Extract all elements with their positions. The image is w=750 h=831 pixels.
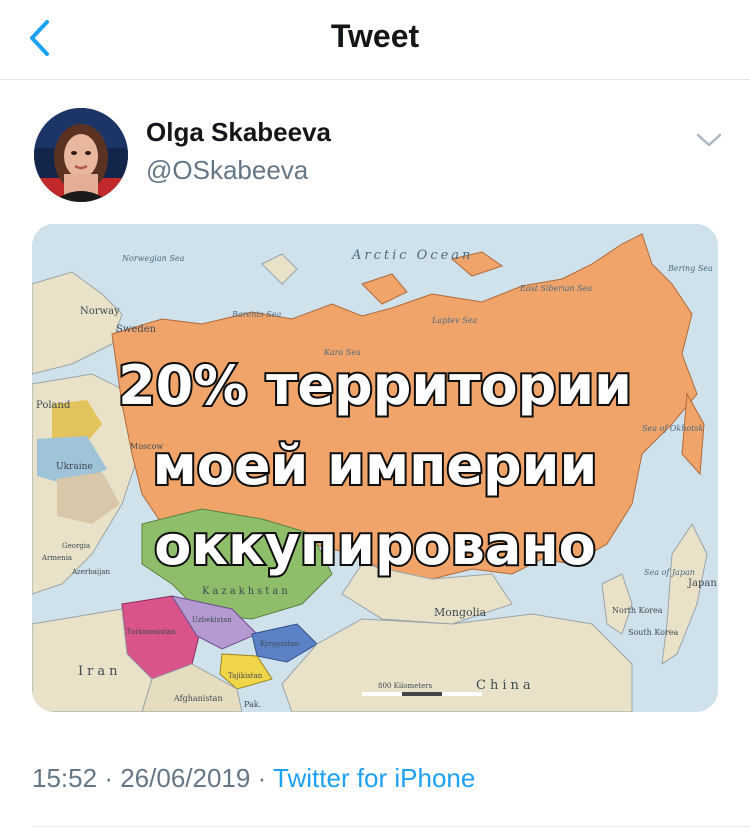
map-label-uzbekistan: Uzbekistan xyxy=(192,616,232,624)
map-label-mongolia: Mongolia xyxy=(434,606,487,619)
map-label-norwegian: Norwegian Sea xyxy=(122,254,185,263)
map-label-afghanistan: Afghanistan xyxy=(174,694,223,703)
map-label-laptev: Laptev Sea xyxy=(432,316,478,325)
avatar[interactable] xyxy=(34,108,128,202)
map-label-pakistan: Pak. xyxy=(244,700,262,709)
more-options-button[interactable] xyxy=(694,125,724,155)
navigation-bar: Tweet xyxy=(0,0,750,80)
meta-separator: · xyxy=(104,763,113,793)
tweet-meta: 15:52 · 26/06/2019 · Twitter for iPhone xyxy=(32,763,475,794)
tweet-time: 15:52 xyxy=(32,763,98,793)
map-label-north-korea: North Korea xyxy=(612,606,663,615)
caption-line-3: оккупировано xyxy=(152,512,598,579)
divider xyxy=(32,826,750,827)
map-label-arctic: Arctic Ocean xyxy=(352,248,474,263)
map-label-east-siberian: East Siberian Sea xyxy=(520,284,593,293)
map-label-china: China xyxy=(476,678,535,693)
tweet-image[interactable]: Arctic Ocean Norwegian Sea Barents Sea K… xyxy=(32,224,718,712)
map-label-turkmenistan: Turkmenistan xyxy=(126,628,176,636)
meta-separator-2: · xyxy=(257,763,267,793)
map-label-kyrgyzstan: Kyrgyzstan xyxy=(260,640,300,648)
map-label-kazakhstan: Kazakhstan xyxy=(202,586,291,597)
caption-line-2: моей империи xyxy=(151,432,600,499)
map-label-tajikistan: Tajikistan xyxy=(228,672,263,680)
author-handle[interactable]: @OSkabeeva xyxy=(146,155,308,186)
image-caption: 20% территории моей империи оккупировано xyxy=(32,346,718,586)
tweet-source-link[interactable]: Twitter for iPhone xyxy=(273,763,475,793)
author-name[interactable]: Olga Skabeeva xyxy=(146,117,331,148)
caption-line-1: 20% территории xyxy=(116,352,634,419)
avatar-image xyxy=(34,108,128,202)
chevron-down-icon xyxy=(696,133,722,147)
map-scale-label: 800 Kilometers xyxy=(378,682,433,690)
page-title: Tweet xyxy=(330,18,420,54)
map-label-barents: Barents Sea xyxy=(232,310,282,319)
map-label-south-korea: South Korea xyxy=(628,628,679,637)
map-label-sweden: Sweden xyxy=(116,324,157,335)
map-label-iran: Iran xyxy=(78,664,122,679)
map-label-bering: Bering Sea xyxy=(668,264,713,273)
tweet-date: 26/06/2019 xyxy=(120,763,251,793)
map-label-norway: Norway xyxy=(80,306,120,317)
